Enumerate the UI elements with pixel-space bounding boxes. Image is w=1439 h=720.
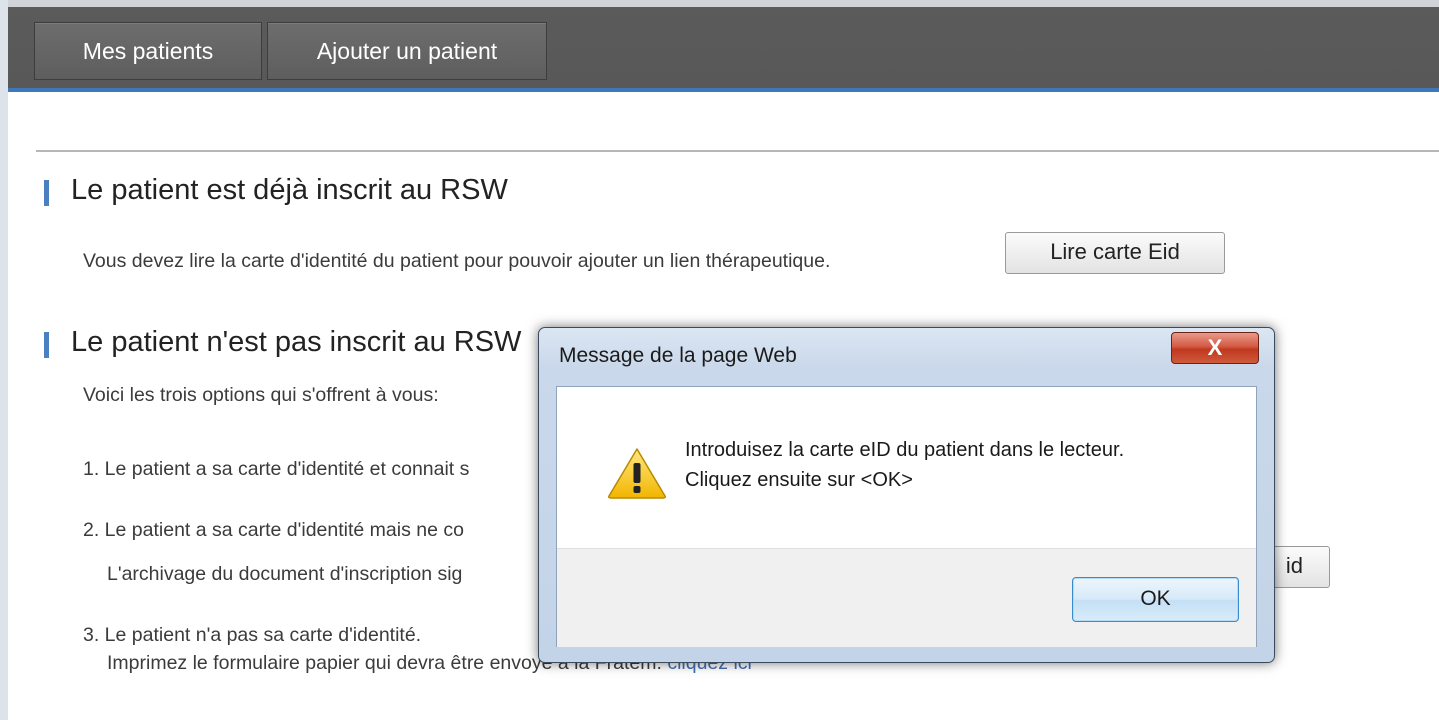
dialog-title: Message de la page Web	[559, 344, 797, 367]
nav-tab-mes-patients[interactable]: Mes patients	[34, 22, 262, 80]
read-eid-button[interactable]: Lire carte Eid	[1005, 232, 1225, 274]
section2-intro-text: Voici les trois options qui s'offrent à …	[83, 384, 439, 406]
option-2-button-label: id	[1285, 553, 1303, 578]
dialog-button-area: OK	[557, 548, 1256, 647]
option-1-text: 1. Le patient a sa carte d'identité et c…	[83, 458, 470, 480]
dialog-body: Introduisez la carte eID du patient dans…	[556, 386, 1257, 647]
dialog-close-button[interactable]: X	[1171, 332, 1259, 364]
option-2-text: 2. Le patient a sa carte d'identité mais…	[83, 519, 464, 541]
top-border-strip	[8, 0, 1439, 7]
section-marker	[44, 180, 49, 206]
content-divider	[36, 150, 1439, 152]
nav-tab-ajouter-patient[interactable]: Ajouter un patient	[267, 22, 547, 80]
section-title-not-registered: Le patient n'est pas inscrit au RSW	[71, 326, 522, 358]
warning-icon	[608, 448, 666, 499]
section1-instruction-text: Vous devez lire la carte d'identité du p…	[83, 250, 831, 272]
ok-button[interactable]: OK	[1072, 577, 1239, 622]
option-3-text: 3. Le patient n'a pas sa carte d'identit…	[83, 624, 422, 646]
dialog-message-line-1: Introduisez la carte eID du patient dans…	[685, 439, 1125, 461]
dialog-message-line-2: Cliquez ensuite sur <OK>	[685, 469, 913, 491]
section-marker	[44, 332, 49, 358]
message-dialog: Message de la page Web X Introduisez la …	[538, 327, 1275, 663]
section-title-registered: Le patient est déjà inscrit au RSW	[71, 174, 508, 206]
option-2-subtext: L'archivage du document d'inscription si…	[107, 563, 463, 585]
top-navigation-bar: Mes patients Ajouter un patient	[8, 0, 1439, 92]
